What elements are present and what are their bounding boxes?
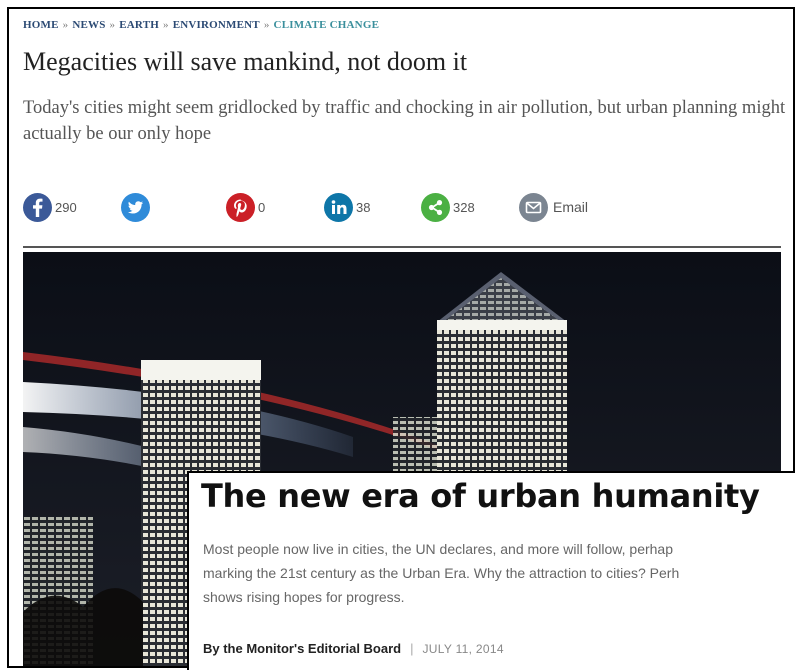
breadcrumb-earth[interactable]: EARTH bbox=[119, 19, 159, 31]
pinterest-icon bbox=[226, 192, 255, 222]
share-count: 328 bbox=[453, 199, 475, 215]
breadcrumb: HOME» NEWS» EARTH» ENVIRONMENT» CLIMATE CHAN… bbox=[23, 19, 379, 31]
share-button[interactable]: 328 bbox=[421, 192, 475, 222]
summary-line: Most people now live in cities, the UN d… bbox=[203, 541, 674, 557]
email-share-button[interactable]: Email bbox=[519, 192, 588, 222]
summary-line: marking the 21st century as the Urban Er… bbox=[203, 565, 680, 581]
front-article-title: The new era of urban humanity bbox=[201, 477, 760, 515]
article-headline: Megacities will save mankind, not doom i… bbox=[23, 47, 468, 76]
breadcrumb-climate-change[interactable]: CLIMATE CHANGE bbox=[274, 19, 380, 31]
breadcrumb-home[interactable]: HOME bbox=[23, 19, 59, 31]
breadcrumb-news[interactable]: NEWS bbox=[72, 19, 105, 31]
monitor-article-clipping: The new era of urban humanity Most peopl… bbox=[187, 471, 795, 670]
breadcrumb-separator: » bbox=[109, 19, 116, 31]
twitter-icon bbox=[121, 192, 150, 222]
email-icon bbox=[519, 192, 548, 222]
linkedin-share-count: 38 bbox=[356, 199, 371, 215]
pinterest-share-button[interactable]: 0 bbox=[226, 192, 265, 222]
breadcrumb-separator: » bbox=[162, 19, 169, 31]
facebook-share-button[interactable]: 290 bbox=[23, 192, 77, 222]
byline-author[interactable]: By the Monitor's Editorial Board bbox=[203, 641, 401, 656]
facebook-icon bbox=[23, 192, 52, 222]
social-share-bar: 290 0 38 328 Email bbox=[23, 192, 723, 222]
section-divider bbox=[23, 246, 781, 248]
summary-line: shows rising hopes for progress. bbox=[203, 589, 405, 605]
byline-divider: | bbox=[410, 641, 414, 656]
facebook-share-count: 290 bbox=[55, 199, 77, 215]
breadcrumb-environment[interactable]: ENVIRONMENT bbox=[173, 19, 260, 31]
breadcrumb-separator: » bbox=[263, 19, 270, 31]
publish-date: JULY 11, 2014 bbox=[422, 641, 504, 656]
linkedin-share-button[interactable]: 38 bbox=[324, 192, 370, 222]
article-byline: By the Monitor's Editorial Board | JULY … bbox=[203, 641, 504, 656]
email-share-label: Email bbox=[553, 199, 589, 215]
pinterest-share-count: 0 bbox=[258, 199, 266, 215]
twitter-share-button[interactable] bbox=[121, 192, 150, 222]
share-icon bbox=[421, 192, 450, 222]
linkedin-icon bbox=[324, 192, 353, 222]
article-standfirst: Today's cities might seem gridlocked by … bbox=[23, 98, 786, 144]
front-article-summary: Most people now live in cities, the UN d… bbox=[203, 537, 795, 609]
breadcrumb-separator: » bbox=[62, 19, 69, 31]
